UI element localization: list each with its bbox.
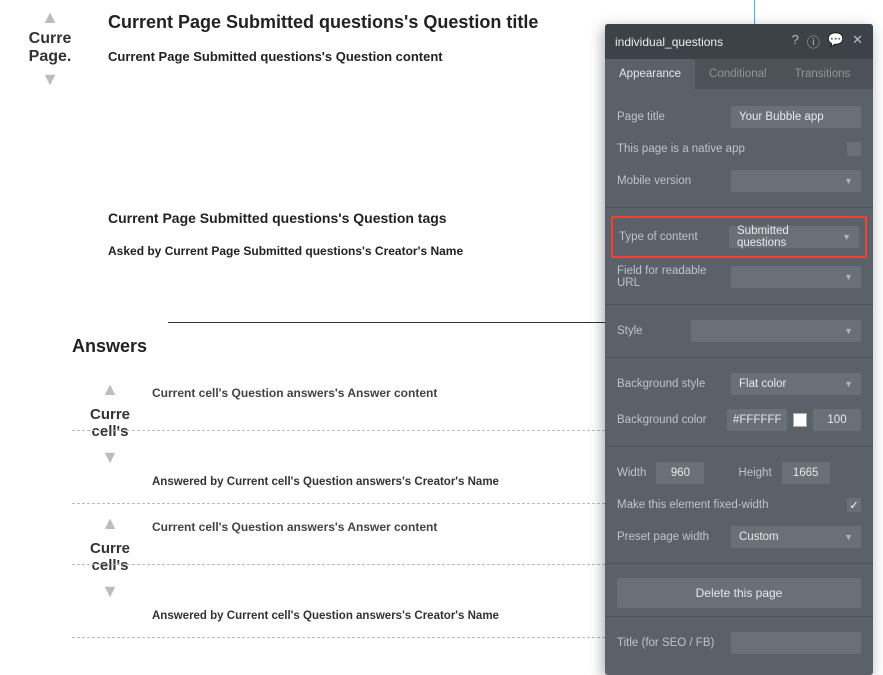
fixed-width-checkbox[interactable]: ✓ [847, 498, 861, 512]
element-name: individual_questions [615, 35, 723, 49]
property-panel: individual_questions ? ⓘ 💬 ✕ Appearance … [605, 24, 873, 675]
readable-url-label: Field for readable URL [617, 265, 731, 289]
panel-body: Page title Your Bubble app This page is … [605, 89, 873, 675]
height-input[interactable]: 1665 [782, 462, 830, 484]
downvote-icon[interactable]: ▼ [82, 582, 138, 600]
info-icon[interactable]: ⓘ [807, 32, 820, 51]
answered-by: Answered by Current cell's Question answ… [152, 476, 499, 488]
fixed-width-label: Make this element fixed-width [617, 499, 847, 511]
upvote-icon[interactable]: ▲ [82, 514, 138, 532]
height-label: Height [738, 467, 771, 479]
panel-header-icons: ? ⓘ 💬 ✕ [792, 32, 863, 51]
panel-tabs: Appearance Conditional Transitions [605, 59, 873, 89]
readable-url-select[interactable]: ▼ [731, 266, 861, 288]
page-title-label: Page title [617, 111, 731, 123]
bg-color-hex-input[interactable]: #FFFFFF [727, 409, 787, 431]
bg-style-label: Background style [617, 378, 731, 390]
native-app-checkbox[interactable] [847, 142, 861, 156]
page-title-input[interactable]: Your Bubble app [731, 106, 861, 128]
answers-heading: Answers [72, 336, 147, 357]
bg-style-select[interactable]: Flat color▼ [731, 373, 861, 395]
tab-conditional[interactable]: Conditional [695, 59, 781, 89]
width-label: Width [617, 467, 646, 479]
style-label: Style [617, 325, 691, 337]
bg-color-alpha-input[interactable]: 100 [813, 409, 861, 431]
downvote-icon[interactable]: ▼ [82, 448, 138, 466]
answered-by: Answered by Current cell's Question answ… [152, 610, 499, 622]
seo-title-label: Title (for SEO / FB) [617, 637, 731, 649]
type-of-content-select[interactable]: Submitted questions▼ [729, 226, 859, 248]
delete-page-button[interactable]: Delete this page [617, 578, 861, 608]
comment-icon[interactable]: 💬 [828, 32, 844, 51]
seo-title-input[interactable] [731, 632, 861, 654]
answer-vote-score: Curre cell's [82, 406, 138, 440]
mobile-version-select[interactable]: ▼ [731, 170, 861, 192]
tab-transitions[interactable]: Transitions [781, 59, 865, 89]
answer-vote-score: Curre cell's [82, 540, 138, 574]
preset-width-select[interactable]: Custom▼ [731, 526, 861, 548]
preset-width-label: Preset page width [617, 531, 731, 543]
width-input[interactable]: 960 [656, 462, 704, 484]
style-select[interactable]: ▼ [691, 320, 861, 342]
answer-content: Current cell's Question answers's Answer… [152, 520, 437, 534]
bg-color-swatch[interactable] [793, 413, 807, 427]
mobile-version-label: Mobile version [617, 175, 731, 187]
upvote-icon[interactable]: ▲ [82, 380, 138, 398]
type-of-content-label: Type of content [619, 231, 729, 243]
upvote-icon[interactable]: ▲ [20, 8, 80, 26]
native-app-label: This page is a native app [617, 143, 847, 155]
downvote-icon[interactable]: ▼ [20, 70, 80, 88]
answer-vote-widget: ▲ Curre cell's ▼ [82, 514, 138, 600]
close-icon[interactable]: ✕ [852, 32, 863, 51]
help-icon[interactable]: ? [792, 32, 799, 51]
answer-content: Current cell's Question answers's Answer… [152, 386, 437, 400]
bg-color-label: Background color [617, 414, 727, 426]
question-vote-score: Curre Page. [20, 30, 80, 66]
question-vote-widget: ▲ Curre Page. ▼ [20, 8, 80, 88]
panel-header[interactable]: individual_questions ? ⓘ 💬 ✕ [605, 24, 873, 59]
answer-vote-widget: ▲ Curre cell's ▼ [82, 380, 138, 466]
tab-appearance[interactable]: Appearance [605, 59, 695, 89]
type-of-content-highlight: Type of content Submitted questions▼ [611, 216, 867, 258]
